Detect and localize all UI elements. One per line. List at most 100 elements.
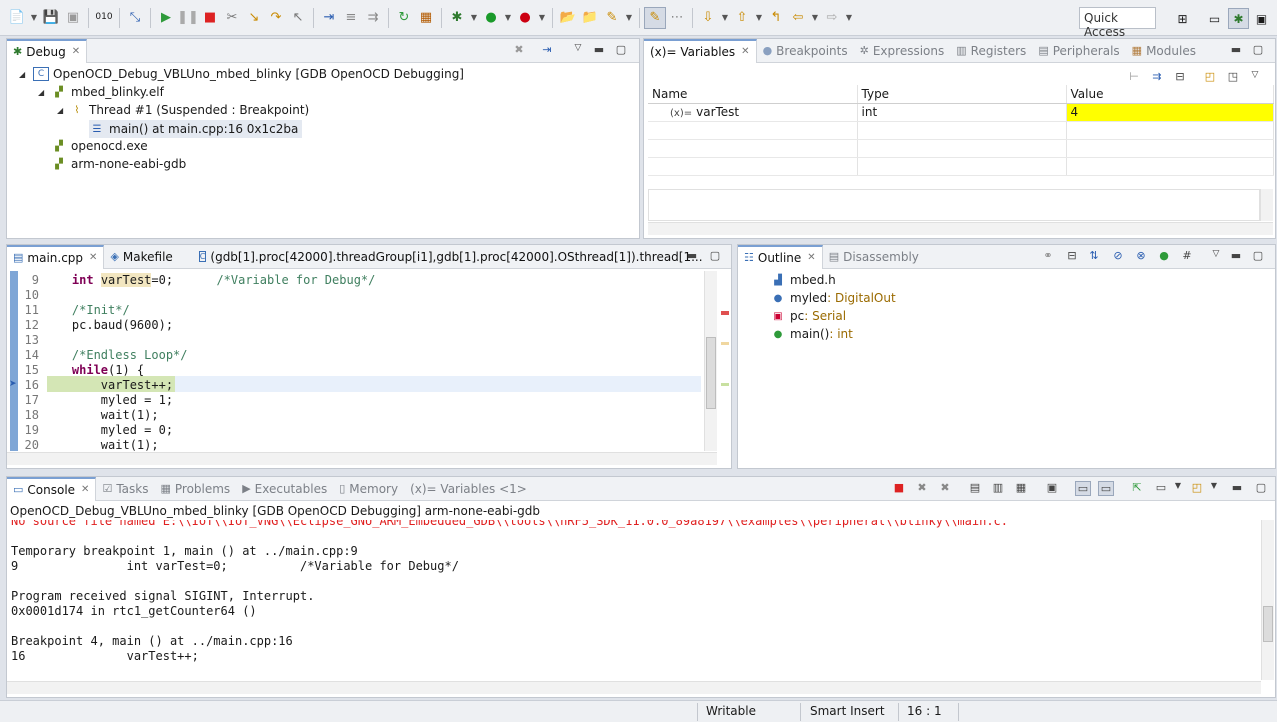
tab-memory[interactable]: ▯ Memory [333,477,404,501]
column-header-name[interactable]: Name [648,85,858,104]
outline-item-myled[interactable]: ● myled : DigitalOut [770,291,896,305]
tab-modules[interactable]: ▦ Modules [1126,39,1202,63]
tree-item-openocd[interactable]: ▞ openocd.exe [51,139,147,153]
open-perspective-icon[interactable]: ⊞ [1172,8,1193,29]
show-whitespace-icon[interactable]: ⋯ [666,7,688,29]
step-over-icon[interactable]: ↷ [265,7,287,29]
tree-item-thread[interactable]: ⌇ Thread #1 (Suspended : Breakpoint) [69,103,310,117]
tab-breakpoints[interactable]: ● Breakpoints [757,39,854,63]
remove-launch-icon[interactable]: ✖ [914,481,930,494]
tree-item-elf[interactable]: ▞ mbed_blinky.elf [51,85,164,99]
collapse-all-icon[interactable]: ⊟ [1064,249,1080,262]
search-dropdown-icon[interactable]: ▼ [623,7,635,29]
open-type-icon[interactable]: 📂 [557,7,579,29]
run-dropdown-icon[interactable]: ▼ [502,7,514,29]
column-header-value[interactable]: Value [1066,85,1274,104]
open-console-icon[interactable]: ▭ [1153,481,1169,494]
occurrence-marker[interactable] [721,342,729,345]
variables-hscrollbar[interactable] [648,222,1273,235]
word-wrap-icon[interactable]: ▦ [1013,481,1029,494]
binary-icon[interactable]: 010 [93,7,115,29]
expand-triangle-icon[interactable]: ◢ [57,106,63,115]
tab-expressions[interactable]: ✲ Expressions [854,39,951,63]
open-console-dropdown-icon[interactable]: ▼ [1170,481,1186,490]
editor-hscrollbar[interactable] [7,452,717,465]
show-stderr-icon[interactable]: ▭ [1098,481,1114,496]
back-icon[interactable]: ⇦ [787,7,809,29]
next-annotation-dropdown-icon[interactable]: ▼ [719,7,731,29]
column-header-type[interactable]: Type [857,85,1067,104]
close-icon[interactable]: ✕ [72,46,80,57]
maximize-icon[interactable]: ▢ [1250,249,1266,262]
maximize-icon[interactable]: ▢ [1250,43,1266,56]
tree-item-gdb[interactable]: ▞ arm-none-eabi-gdb [51,157,186,171]
console-output[interactable]: No source file named E:\\IoT\\IoT_VNG\\E… [7,520,1259,680]
open-folder-icon[interactable]: 📁 [579,7,601,29]
close-icon[interactable]: ✕ [741,46,749,57]
save-icon[interactable]: 💾 [40,7,62,29]
hide-static-icon[interactable]: ⊗ [1133,249,1149,262]
tab-peripherals[interactable]: ▤ Peripherals [1032,39,1125,63]
minimize-icon[interactable]: ▬ [1229,481,1245,494]
debug-perspective-icon[interactable]: ✱ [1228,8,1249,29]
instruction-step-icon[interactable]: ⇥ [539,43,555,56]
next-annotation-icon[interactable]: ⇩ [697,7,719,29]
remove-terminated-icon[interactable]: ✖ [511,43,527,56]
create-watch-icon[interactable]: ◰ [1202,70,1218,83]
occurrence-marker[interactable] [721,383,729,386]
display-selected-console-icon[interactable]: ⇱ [1129,481,1145,494]
tab-outline[interactable]: ☷ Outline ✕ [738,244,823,269]
console-vscrollbar[interactable] [1261,520,1274,680]
disconnect-icon[interactable]: ✂ [221,7,243,29]
minimize-icon[interactable]: ▬ [1228,43,1244,56]
expand-triangle-icon[interactable]: ◢ [19,70,25,79]
tab-makefile[interactable]: ◈ Makefile [104,245,178,269]
reset-icon[interactable]: ⇉ [362,7,384,29]
clear-console-icon[interactable]: ▤ [967,481,983,494]
view-menu-icon[interactable]: ▽ [1208,249,1224,259]
console-hscrollbar[interactable] [7,681,1261,694]
new-dropdown-icon[interactable]: ▼ [28,7,40,29]
hide-non-public-icon[interactable]: ● [1156,249,1172,262]
close-icon[interactable]: ✕ [807,252,815,263]
minimize-icon[interactable]: ▬ [591,43,607,56]
minimize-icon[interactable]: ▬ [1228,249,1244,262]
view-menu-icon[interactable]: ▽ [570,43,586,53]
maximize-icon[interactable]: ▢ [1253,481,1269,494]
pin-console-icon[interactable]: ▣ [1044,481,1060,494]
scroll-thumb[interactable] [1263,606,1273,642]
terminate-icon[interactable]: ■ [891,481,907,494]
hide-inactive-icon[interactable]: # [1179,249,1195,262]
resume-icon[interactable]: ▶ [155,7,177,29]
back-dropdown-icon[interactable]: ▼ [809,7,821,29]
editor-vscrollbar[interactable] [704,271,717,451]
sort-icon[interactable]: ⇅ [1086,249,1102,262]
outline-item-include[interactable]: ▟ mbed.h [770,273,836,287]
code-editor[interactable]: 9 int varTest=0; /*Variable for Debug*/ … [7,271,701,451]
new-console-dropdown-icon[interactable]: ▼ [1206,481,1222,490]
new-console-icon[interactable]: ◰ [1189,481,1205,494]
show-stdout-icon[interactable]: ▭ [1075,481,1091,496]
previous-annotation-icon[interactable]: ⇧ [731,7,753,29]
scroll-thumb[interactable] [706,337,716,409]
suspend-icon[interactable]: ❚❚ [177,7,199,29]
debug-dropdown-icon[interactable]: ▼ [468,7,480,29]
last-edit-location-icon[interactable]: ↰ [765,7,787,29]
debug-icon[interactable]: ✱ [446,7,468,29]
tree-item-launch[interactable]: C OpenOCD_Debug_VBLUno_mbed_blinky [GDB … [33,67,464,81]
tab-executables[interactable]: ▶ Executables [236,477,333,501]
expand-triangle-icon[interactable]: ◢ [38,88,44,97]
new-icon[interactable]: 📄 [6,7,28,29]
cpp-perspective-icon[interactable]: ▭ [1204,8,1225,29]
outline-item-main[interactable]: ● main() : int [770,327,853,341]
tab-registers[interactable]: ▥ Registers [950,39,1032,63]
link-icon[interactable]: ⚭ [1040,249,1056,262]
tab-disassembly[interactable]: ▤ Disassembly [823,245,925,269]
toggle-mark-occurrences-icon[interactable]: ✎ [644,6,666,29]
tab-variables-1[interactable]: (x)= Variables <1> [404,477,533,501]
tab-main-cpp[interactable]: ▤ main.cpp ✕ [7,244,105,269]
view-menu-icon[interactable]: ▽ [1247,70,1263,80]
instruction-stepping-icon[interactable]: ⇥ [318,7,340,29]
step-into-icon[interactable]: ↘ [243,7,265,29]
minimize-icon[interactable]: ▬ [684,249,700,262]
